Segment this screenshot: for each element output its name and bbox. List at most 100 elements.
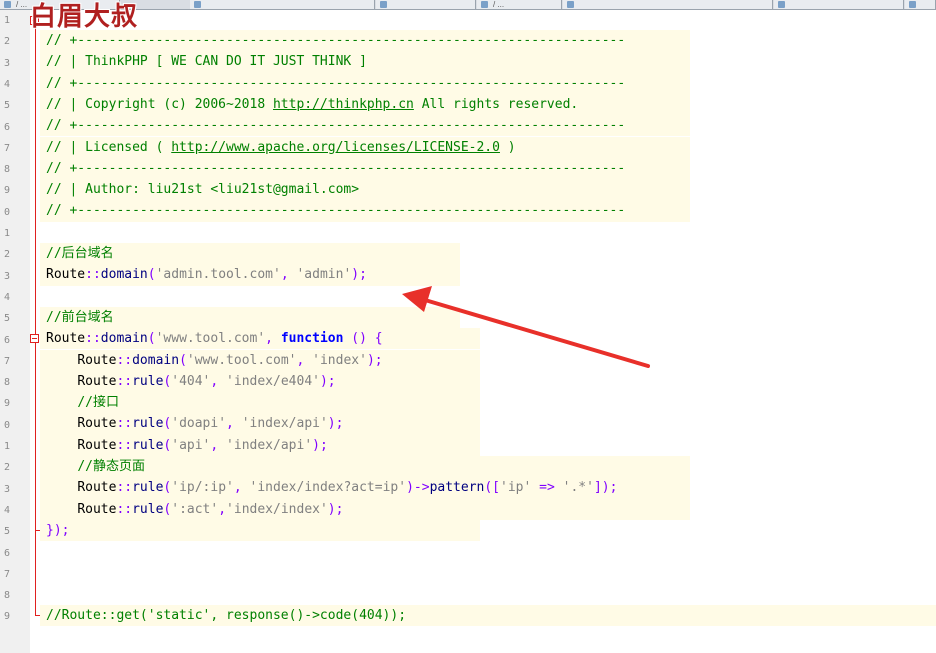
method-name: rule — [132, 437, 164, 453]
code-line: // +------------------------------------… — [40, 72, 690, 94]
line-number: 3 — [3, 483, 10, 495]
line-number: 5 — [3, 313, 10, 325]
method-name: pattern — [429, 480, 485, 496]
comment-text: // +------------------------------------… — [46, 33, 626, 48]
php-file-icon — [4, 1, 11, 8]
operator: :: — [116, 437, 133, 453]
comment-link[interactable]: http://www.apache.org/licenses/LICENSE-2… — [171, 140, 500, 155]
line-number: 1 — [3, 228, 10, 239]
string-literal: 'www.tool.com' — [186, 352, 297, 368]
string-literal: 'admin.tool.com' — [155, 267, 281, 283]
comment-text: ) — [499, 139, 516, 155]
line-number: 7 — [3, 568, 10, 580]
line-number: 6 — [3, 547, 10, 559]
line-number: 3 — [3, 57, 10, 69]
string-literal: 'admin' — [296, 267, 352, 283]
tab-overflow[interactable] — [905, 0, 936, 9]
code-line: // | Licensed ( http://www.apache.org/li… — [40, 136, 690, 158]
comment-text: // +------------------------------------… — [46, 75, 626, 91]
line-number: 6 — [3, 121, 10, 133]
editor-tab[interactable] — [376, 0, 476, 9]
operator: :: — [116, 501, 133, 517]
comment-text: // | Author: liu21st <liu21st@gmail.com> — [46, 182, 360, 198]
method-name: rule — [132, 480, 164, 496]
class-name: Route — [46, 331, 86, 347]
code-line: // | Copyright (c) 2006~2018 http://thin… — [40, 93, 690, 116]
code-line: // +------------------------------------… — [40, 115, 690, 137]
code-line: //Route::get('static', response()->code(… — [40, 605, 936, 627]
line-number: 9 — [3, 611, 10, 623]
operator: :: — [116, 480, 133, 496]
comment-text: //前台域名 — [46, 309, 114, 325]
code-line: //后台域名 — [40, 243, 460, 265]
keyword: function — [280, 331, 344, 347]
code-line: Route::rule(':act','index/index'); — [40, 498, 690, 520]
php-file-icon — [567, 1, 574, 8]
editor-tab[interactable] — [190, 0, 375, 9]
operator: :: — [116, 416, 133, 432]
comment-text: All rights reserved. — [413, 96, 579, 112]
line-number: 0 — [3, 419, 10, 431]
php-file-icon — [194, 1, 201, 8]
editor-tab-bar: / ... / ... — [0, 0, 936, 10]
editor-tab[interactable]: / ... — [477, 0, 562, 9]
line-number: 2 — [3, 462, 10, 474]
string-literal: '404' — [171, 373, 211, 389]
php-file-icon — [481, 1, 488, 8]
class-name: Route — [77, 437, 117, 453]
editor-tab[interactable] — [563, 0, 773, 9]
tab-label: / ... — [493, 0, 505, 9]
fold-toggle-icon[interactable] — [30, 334, 39, 343]
line-number-gutter: 1 2 3 4 5 6 7 8 9 0 1 2 3 4 5 6 7 8 9 0 1 2 3 4 5 6 7 8 9 — [0, 10, 30, 653]
line-number: 1 — [3, 15, 10, 26]
watermark-logo: 白眉大叔 — [30, 2, 139, 32]
tab-label: / ... — [16, 0, 28, 9]
operator: :: — [116, 352, 133, 368]
line-number: 4 — [3, 291, 10, 303]
php-file-icon — [380, 1, 387, 8]
line-number: 5 — [3, 100, 10, 112]
editor-tab[interactable] — [774, 0, 904, 9]
code-line: //静态页面 — [40, 456, 690, 478]
code-line: Route::rule('404', 'index/e404'); — [40, 370, 480, 393]
code-line: // +------------------------------------… — [40, 157, 690, 180]
class-name: Route — [77, 501, 117, 517]
string-literal: '.*' — [562, 480, 594, 496]
class-name: Route — [77, 352, 117, 368]
string-literal: ':act' — [171, 501, 219, 517]
comment-text: // +------------------------------------… — [46, 118, 626, 134]
code-line: Route::domain('admin.tool.com', 'admin')… — [40, 264, 460, 286]
line-number: 4 — [3, 504, 10, 516]
code-line: }); — [40, 519, 480, 542]
string-literal: 'ip/:ip' — [171, 480, 234, 496]
code-line: //接口 — [40, 392, 480, 414]
method-name: rule — [132, 416, 164, 432]
line-number: 8 — [3, 164, 10, 176]
method-name: domain — [132, 352, 180, 368]
code-line: Route::domain('www.tool.com', function (… — [40, 328, 480, 350]
class-name: Route — [77, 480, 117, 496]
comment-text: // +------------------------------------… — [46, 160, 626, 176]
php-file-icon — [778, 1, 785, 8]
code-line: // | ThinkPHP [ WE CAN DO IT JUST THINK … — [40, 51, 690, 73]
class-name: Route — [77, 416, 117, 432]
code-line: Route::rule('ip/:ip', 'index/index?act=i… — [40, 477, 690, 499]
class-name: Route — [77, 373, 117, 389]
string-literal: 'doapi' — [171, 416, 227, 432]
string-literal: 'index/index' — [226, 501, 328, 517]
method-name: domain — [100, 267, 148, 283]
line-number: 1 — [3, 441, 10, 452]
comment-text: //后台域名 — [46, 246, 114, 261]
line-number: 9 — [3, 398, 10, 410]
line-number: 8 — [3, 590, 10, 602]
comment-text: // | Copyright (c) 2006~2018 — [46, 96, 273, 112]
string-literal: 'index/api' — [241, 416, 328, 432]
method-name: rule — [132, 501, 164, 517]
line-number: 7 — [3, 142, 10, 154]
string-literal: 'index/e404' — [226, 373, 320, 389]
string-literal: 'www.tool.com' — [155, 331, 266, 347]
comment-text: // | Licensed ( — [46, 139, 172, 155]
comment-link[interactable]: http://thinkphp.cn — [273, 97, 414, 112]
operator: }); — [46, 522, 70, 538]
fold-margin-line — [35, 10, 36, 615]
